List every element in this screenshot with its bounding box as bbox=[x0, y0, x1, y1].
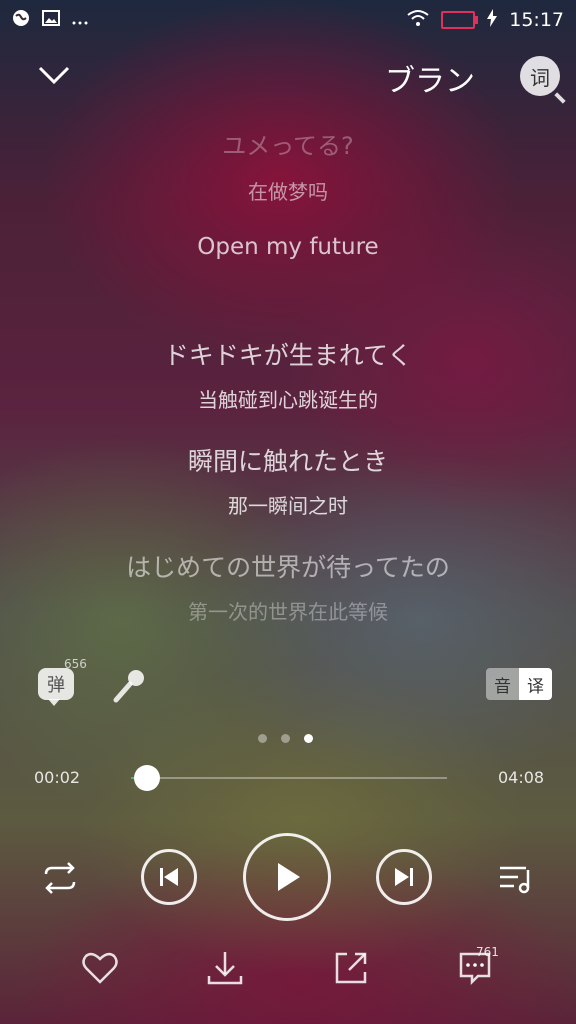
microphone-icon bbox=[113, 670, 144, 703]
status-time: 15:17 bbox=[509, 9, 564, 31]
charging-icon bbox=[487, 8, 498, 32]
current-time: 00:02 bbox=[34, 768, 81, 787]
karaoke-button[interactable] bbox=[108, 666, 148, 706]
download-icon bbox=[207, 952, 243, 985]
lyric-mode-toggle[interactable]: 音 译 bbox=[486, 668, 552, 700]
share-button[interactable] bbox=[329, 946, 373, 990]
more-dots-icon bbox=[72, 9, 88, 31]
lyric-translation: 当触碰到心跳诞生的 bbox=[198, 388, 378, 412]
lyric-translation: 那一瞬间之时 bbox=[228, 494, 348, 518]
danmu-label: 弹 bbox=[47, 675, 65, 696]
lyric-line: 瞬間に触れたとき bbox=[187, 447, 388, 476]
danmu-button[interactable]: 弹 bbox=[38, 668, 74, 706]
next-button[interactable] bbox=[376, 849, 432, 905]
page-dot[interactable] bbox=[281, 734, 290, 743]
lyric-line: ユメってる? bbox=[222, 132, 354, 160]
status-bar: 15:17 bbox=[0, 0, 576, 40]
share-icon bbox=[335, 952, 367, 984]
lyric-line: ドキドキが生まれてく bbox=[163, 341, 413, 370]
lyric-translation: 在做梦吗 bbox=[248, 180, 328, 204]
wifi-icon bbox=[407, 9, 429, 32]
battery-icon bbox=[441, 11, 479, 29]
like-button[interactable] bbox=[78, 946, 122, 990]
collapse-button[interactable] bbox=[30, 54, 78, 94]
play-button[interactable] bbox=[243, 833, 331, 921]
lyric-search-button[interactable]: 词 bbox=[520, 56, 566, 104]
lyric-line: Open my future bbox=[197, 234, 379, 260]
playlist-icon bbox=[500, 866, 530, 894]
previous-button[interactable] bbox=[141, 849, 197, 905]
toggle-phonetic[interactable]: 音 bbox=[486, 668, 519, 700]
player-header: ブランコ 词 bbox=[0, 48, 576, 104]
total-time: 04:08 bbox=[498, 768, 545, 787]
progress-knob[interactable] bbox=[133, 765, 160, 791]
page-dot-active[interactable] bbox=[304, 734, 313, 743]
heart-icon bbox=[82, 952, 118, 984]
page-indicator bbox=[258, 734, 313, 743]
lyric-line: はじめての世界が待ってたの bbox=[126, 553, 450, 582]
progress-track[interactable] bbox=[131, 765, 447, 791]
skip-next-icon bbox=[395, 868, 413, 886]
download-button[interactable] bbox=[203, 946, 247, 990]
repeat-icon bbox=[44, 862, 76, 894]
lyric-button-label: 词 bbox=[530, 65, 550, 90]
lyric-translation: 第一次的世界在此等候 bbox=[188, 600, 388, 624]
repeat-button[interactable] bbox=[36, 856, 84, 900]
search-tail-icon bbox=[554, 92, 566, 104]
danmu-count: 656 bbox=[64, 657, 87, 671]
browser-icon bbox=[12, 9, 30, 32]
play-icon bbox=[278, 863, 300, 891]
skip-previous-icon bbox=[160, 868, 178, 886]
comment-count: 761 bbox=[476, 945, 499, 959]
gallery-icon bbox=[42, 9, 60, 32]
song-title: ブランコ bbox=[385, 64, 477, 96]
chevron-down-icon bbox=[38, 66, 70, 85]
playlist-button[interactable] bbox=[494, 856, 538, 900]
page-dot[interactable] bbox=[258, 734, 267, 743]
toggle-translation[interactable]: 译 bbox=[519, 668, 552, 700]
